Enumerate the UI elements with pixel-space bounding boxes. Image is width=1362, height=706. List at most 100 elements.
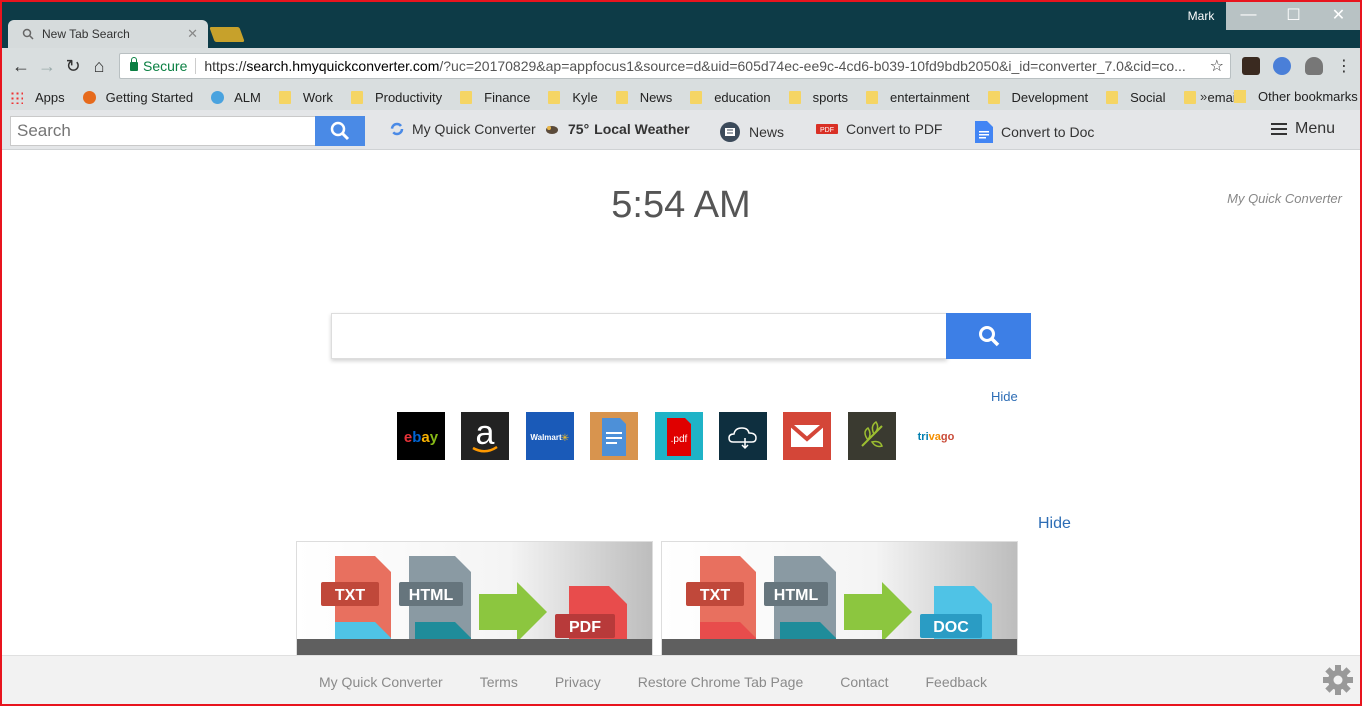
back-button[interactable]: ← — [8, 53, 34, 79]
tile-gmail[interactable] — [783, 412, 831, 460]
hide-cards-link[interactable]: Hide — [1038, 515, 1071, 533]
weather-icon — [546, 126, 558, 134]
search-icon — [330, 121, 350, 141]
tile-amazon[interactable]: a — [461, 412, 509, 460]
bookmark-finance[interactable]: Finance — [460, 90, 530, 105]
bookmark-sports[interactable]: sports — [788, 90, 848, 105]
bookmark-other[interactable]: Other bookmarks — [1234, 89, 1358, 104]
tile-docs[interactable] — [590, 412, 638, 460]
tile-walmart[interactable]: Walmart ✳ — [526, 412, 574, 460]
nav-local-weather[interactable]: 75° Local Weather — [544, 121, 690, 137]
extension-sync-icon[interactable] — [1273, 57, 1291, 75]
folder-icon — [460, 90, 473, 104]
bookmark-productivity[interactable]: Productivity — [350, 90, 442, 105]
tile-pdf[interactable]: .pdf — [655, 412, 703, 460]
header-search-button[interactable] — [315, 116, 365, 146]
tab-title: New Tab Search — [42, 27, 130, 41]
brand-text: My Quick Converter — [1227, 191, 1342, 206]
bookmark-news[interactable]: News — [615, 90, 672, 105]
bookmark-label: Kyle — [572, 89, 598, 105]
search-icon — [22, 28, 34, 40]
folder-icon — [278, 90, 291, 104]
converter-logo-icon — [390, 122, 404, 136]
extension-shield-icon[interactable] — [1305, 57, 1323, 75]
tile-trivago[interactable]: trivago — [912, 412, 960, 460]
bookmark-entertainment[interactable]: entertainment — [866, 90, 970, 105]
secure-indicator[interactable]: Secure — [126, 56, 197, 74]
footer-link-terms[interactable]: Terms — [480, 674, 518, 690]
svg-text:a: a — [476, 414, 495, 452]
bookmark-work[interactable]: Work — [278, 90, 333, 105]
folder-icon — [788, 90, 801, 104]
card-target-pdf: PDF — [569, 619, 601, 636]
tab-close-icon[interactable]: ✕ — [187, 26, 198, 42]
url-scheme: https:// — [204, 58, 247, 74]
footer-link-my-quick-converter[interactable]: My Quick Converter — [319, 674, 443, 690]
url-path: /?uc=20170829&ap=appfocus1&source=d&uid=… — [439, 58, 1186, 74]
bookmark-kyle[interactable]: Kyle — [548, 89, 598, 105]
bookmark-email[interactable]: email — [1183, 90, 1239, 105]
settings-gear-icon[interactable] — [1322, 664, 1354, 696]
bookmark-label: Finance — [484, 89, 531, 105]
title-bar: New Tab Search ✕ Mark — ☐ ✕ — [0, 0, 1362, 48]
tile-ebay[interactable]: ebay — [397, 412, 445, 460]
folder-icon — [615, 90, 628, 104]
bookmark-development[interactable]: Development — [987, 90, 1088, 105]
svg-text:✳: ✳ — [561, 433, 569, 444]
bookmark-star-icon[interactable]: ☆ — [1210, 56, 1224, 76]
nav-convert-to-doc[interactable]: Convert to Doc — [975, 121, 1094, 143]
folder-icon — [1183, 90, 1196, 104]
globe-icon — [211, 90, 225, 104]
new-tab-button[interactable] — [209, 27, 245, 42]
tile-cloud[interactable] — [719, 412, 767, 460]
nav-convert-to-pdf[interactable]: PDF Convert to PDF — [816, 121, 942, 137]
minimize-button[interactable]: — — [1226, 0, 1271, 30]
nav-my-quick-converter[interactable]: My Quick Converter — [390, 121, 536, 137]
reload-button[interactable]: ↻ — [60, 53, 86, 79]
folder-icon — [1106, 90, 1119, 104]
tile-ancestry[interactable] — [848, 412, 896, 460]
hide-tiles-link[interactable]: Hide — [991, 389, 1018, 404]
close-window-button[interactable]: ✕ — [1316, 0, 1361, 30]
svg-text:trivago: trivago — [918, 431, 955, 443]
svg-text:Walmart: Walmart — [530, 433, 562, 442]
footer: My Quick Converter Terms Privacy Restore… — [0, 655, 1362, 706]
trivago-icon: trivago — [918, 431, 955, 443]
bookmark-social[interactable]: Social — [1106, 90, 1166, 105]
promo-card-doc[interactable]: TXT HTML DOC — [661, 541, 1018, 657]
extension-cat-icon[interactable] — [1242, 57, 1260, 75]
home-button[interactable]: ⌂ — [86, 53, 112, 79]
pdf-file-icon: .pdf — [667, 418, 691, 456]
card-target-doc: DOC — [933, 619, 969, 636]
footer-link-contact[interactable]: Contact — [840, 674, 888, 690]
folder-icon — [987, 90, 1000, 104]
url-text[interactable]: https://search.hmyquickconverter.com/?uc… — [204, 58, 1203, 74]
bookmark-education[interactable]: education — [690, 90, 771, 105]
footer-link-privacy[interactable]: Privacy — [555, 674, 601, 690]
browser-tab[interactable]: New Tab Search ✕ — [8, 20, 208, 48]
bookmark-alm[interactable]: ALM — [211, 90, 261, 105]
footer-link-feedback[interactable]: Feedback — [925, 674, 986, 690]
main-search-input[interactable] — [331, 313, 947, 359]
firefox-icon — [82, 90, 96, 104]
nav-news[interactable]: News — [719, 121, 784, 143]
main-search-button[interactable] — [946, 313, 1031, 359]
promo-card-pdf[interactable]: TXT HTML PDF — [296, 541, 653, 657]
bookmark-apps[interactable]: Apps — [10, 90, 65, 105]
address-bar[interactable]: Secure https://search.hmyquickconverter.… — [119, 53, 1231, 79]
header-search-input[interactable] — [10, 116, 316, 146]
svg-text:PDF: PDF — [820, 127, 834, 134]
bookmarks-overflow-button[interactable]: » — [1200, 89, 1207, 104]
card-band — [297, 639, 652, 656]
secure-label: Secure — [143, 58, 188, 74]
forward-button[interactable]: → — [34, 53, 60, 79]
menu-button[interactable]: Menu — [1271, 120, 1335, 138]
footer-link-restore-chrome-tab[interactable]: Restore Chrome Tab Page — [638, 674, 804, 690]
profile-name[interactable]: Mark — [1176, 9, 1226, 23]
bookmark-getting-started[interactable]: Getting Started — [82, 90, 193, 105]
browser-menu-icon[interactable]: ⋮ — [1336, 56, 1352, 76]
folder-icon — [866, 90, 878, 104]
cloud-icon — [728, 427, 757, 450]
maximize-button[interactable]: ☐ — [1271, 0, 1316, 30]
clock-time: 5:54 AM — [611, 184, 751, 226]
